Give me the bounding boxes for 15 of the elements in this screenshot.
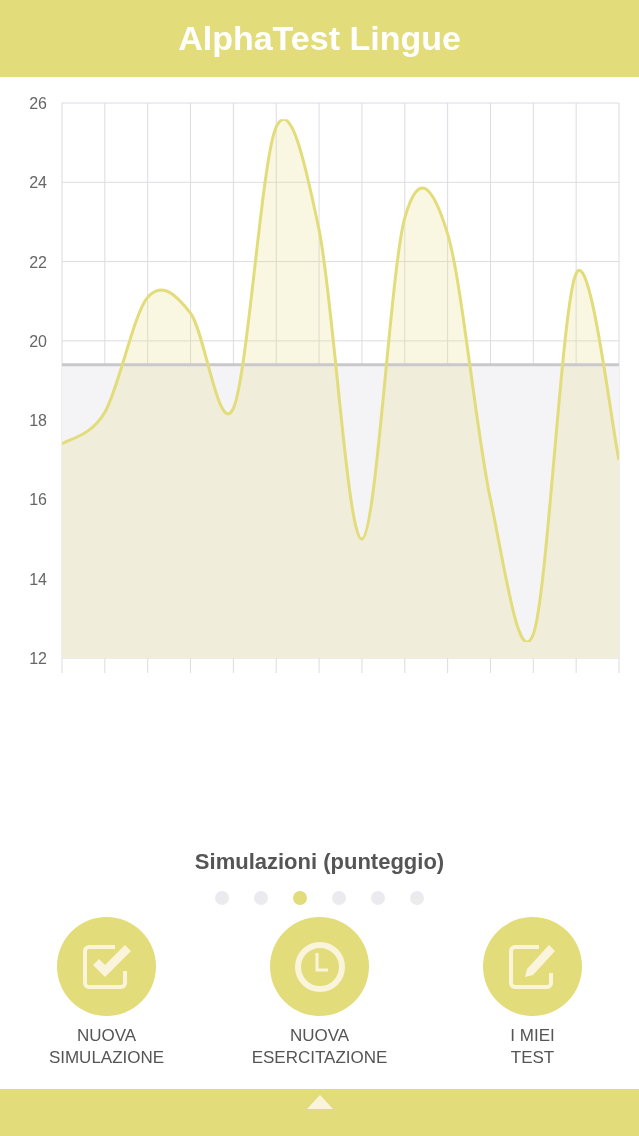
action-button[interactable]: I MIEI TEST	[432, 917, 633, 1069]
axis-label: 20	[29, 332, 47, 350]
axis-label: 16	[29, 491, 47, 509]
chart-title: Simulazioni (punteggio)	[193, 849, 446, 875]
app-title: AlphaTest Lingue	[178, 19, 461, 58]
axis-label: 22	[29, 253, 47, 271]
page-dot[interactable]	[293, 891, 307, 905]
action-button[interactable]: NUOVA ESERCITAZIONE	[219, 917, 420, 1069]
axis-label: 24	[29, 174, 47, 192]
axis-label: 26	[29, 95, 47, 112]
axis-label: 14	[29, 570, 47, 588]
expand-icon[interactable]	[306, 1095, 333, 1109]
axis-label: 12	[29, 650, 47, 667]
axis-label: 18	[29, 412, 47, 430]
action-button[interactable]: NUOVA SIMULAZIONE	[6, 917, 207, 1069]
